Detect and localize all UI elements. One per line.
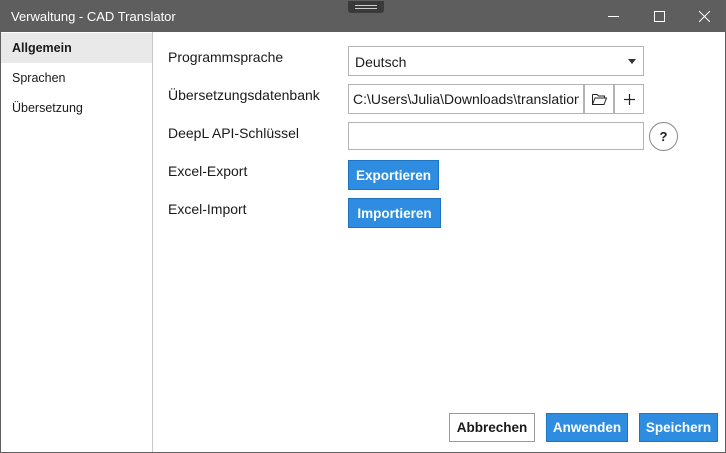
sidebar-item-sprachen[interactable]: Sprachen: [1, 63, 152, 93]
language-select-value: Deutsch: [355, 54, 407, 70]
export-button[interactable]: Exportieren: [348, 160, 439, 190]
title-bar[interactable]: Verwaltung - CAD Translator: [1, 1, 725, 32]
plus-icon: [623, 93, 635, 105]
sidebar-item-allgemein[interactable]: Allgemein: [1, 33, 152, 63]
close-icon: [698, 11, 710, 22]
excel-import-label: Excel-Import: [168, 201, 247, 217]
grip-line: [355, 5, 377, 6]
maximize-button[interactable]: [636, 1, 682, 32]
language-label: Programmsprache: [168, 49, 284, 65]
sidebar-item-uebersetzung[interactable]: Übersetzung: [1, 93, 152, 123]
save-button[interactable]: Speichern: [639, 413, 718, 442]
minimize-button[interactable]: [590, 1, 636, 32]
deepl-key-input[interactable]: [348, 122, 644, 150]
add-database-button[interactable]: [614, 84, 644, 114]
help-button[interactable]: ?: [649, 122, 678, 151]
chevron-down-icon: [628, 59, 636, 64]
deepl-key-label: DeepL API-Schlüssel: [168, 125, 299, 141]
maximize-icon: [653, 11, 665, 22]
grip-line: [355, 8, 377, 9]
database-path-input[interactable]: [348, 84, 584, 114]
cancel-button[interactable]: Abbrechen: [449, 413, 535, 442]
language-select[interactable]: Deutsch: [348, 46, 644, 76]
settings-window: Verwaltung - CAD Translator Allgemein Sp…: [0, 0, 726, 453]
general-settings-panel: Programmsprache Deutsch Übersetzungsdate…: [154, 32, 725, 452]
window-title: Verwaltung - CAD Translator: [11, 9, 176, 24]
folder-open-icon: [591, 94, 607, 105]
close-button[interactable]: [681, 1, 725, 32]
minimize-icon: [607, 16, 619, 17]
browse-database-button[interactable]: [584, 84, 614, 114]
excel-export-label: Excel-Export: [168, 163, 248, 179]
sidebar: Allgemein Sprachen Übersetzung: [1, 32, 153, 452]
drag-handle[interactable]: [348, 1, 384, 13]
import-button[interactable]: Importieren: [348, 198, 441, 228]
database-label: Übersetzungsdatenbank: [168, 87, 320, 103]
apply-button[interactable]: Anwenden: [546, 413, 628, 442]
